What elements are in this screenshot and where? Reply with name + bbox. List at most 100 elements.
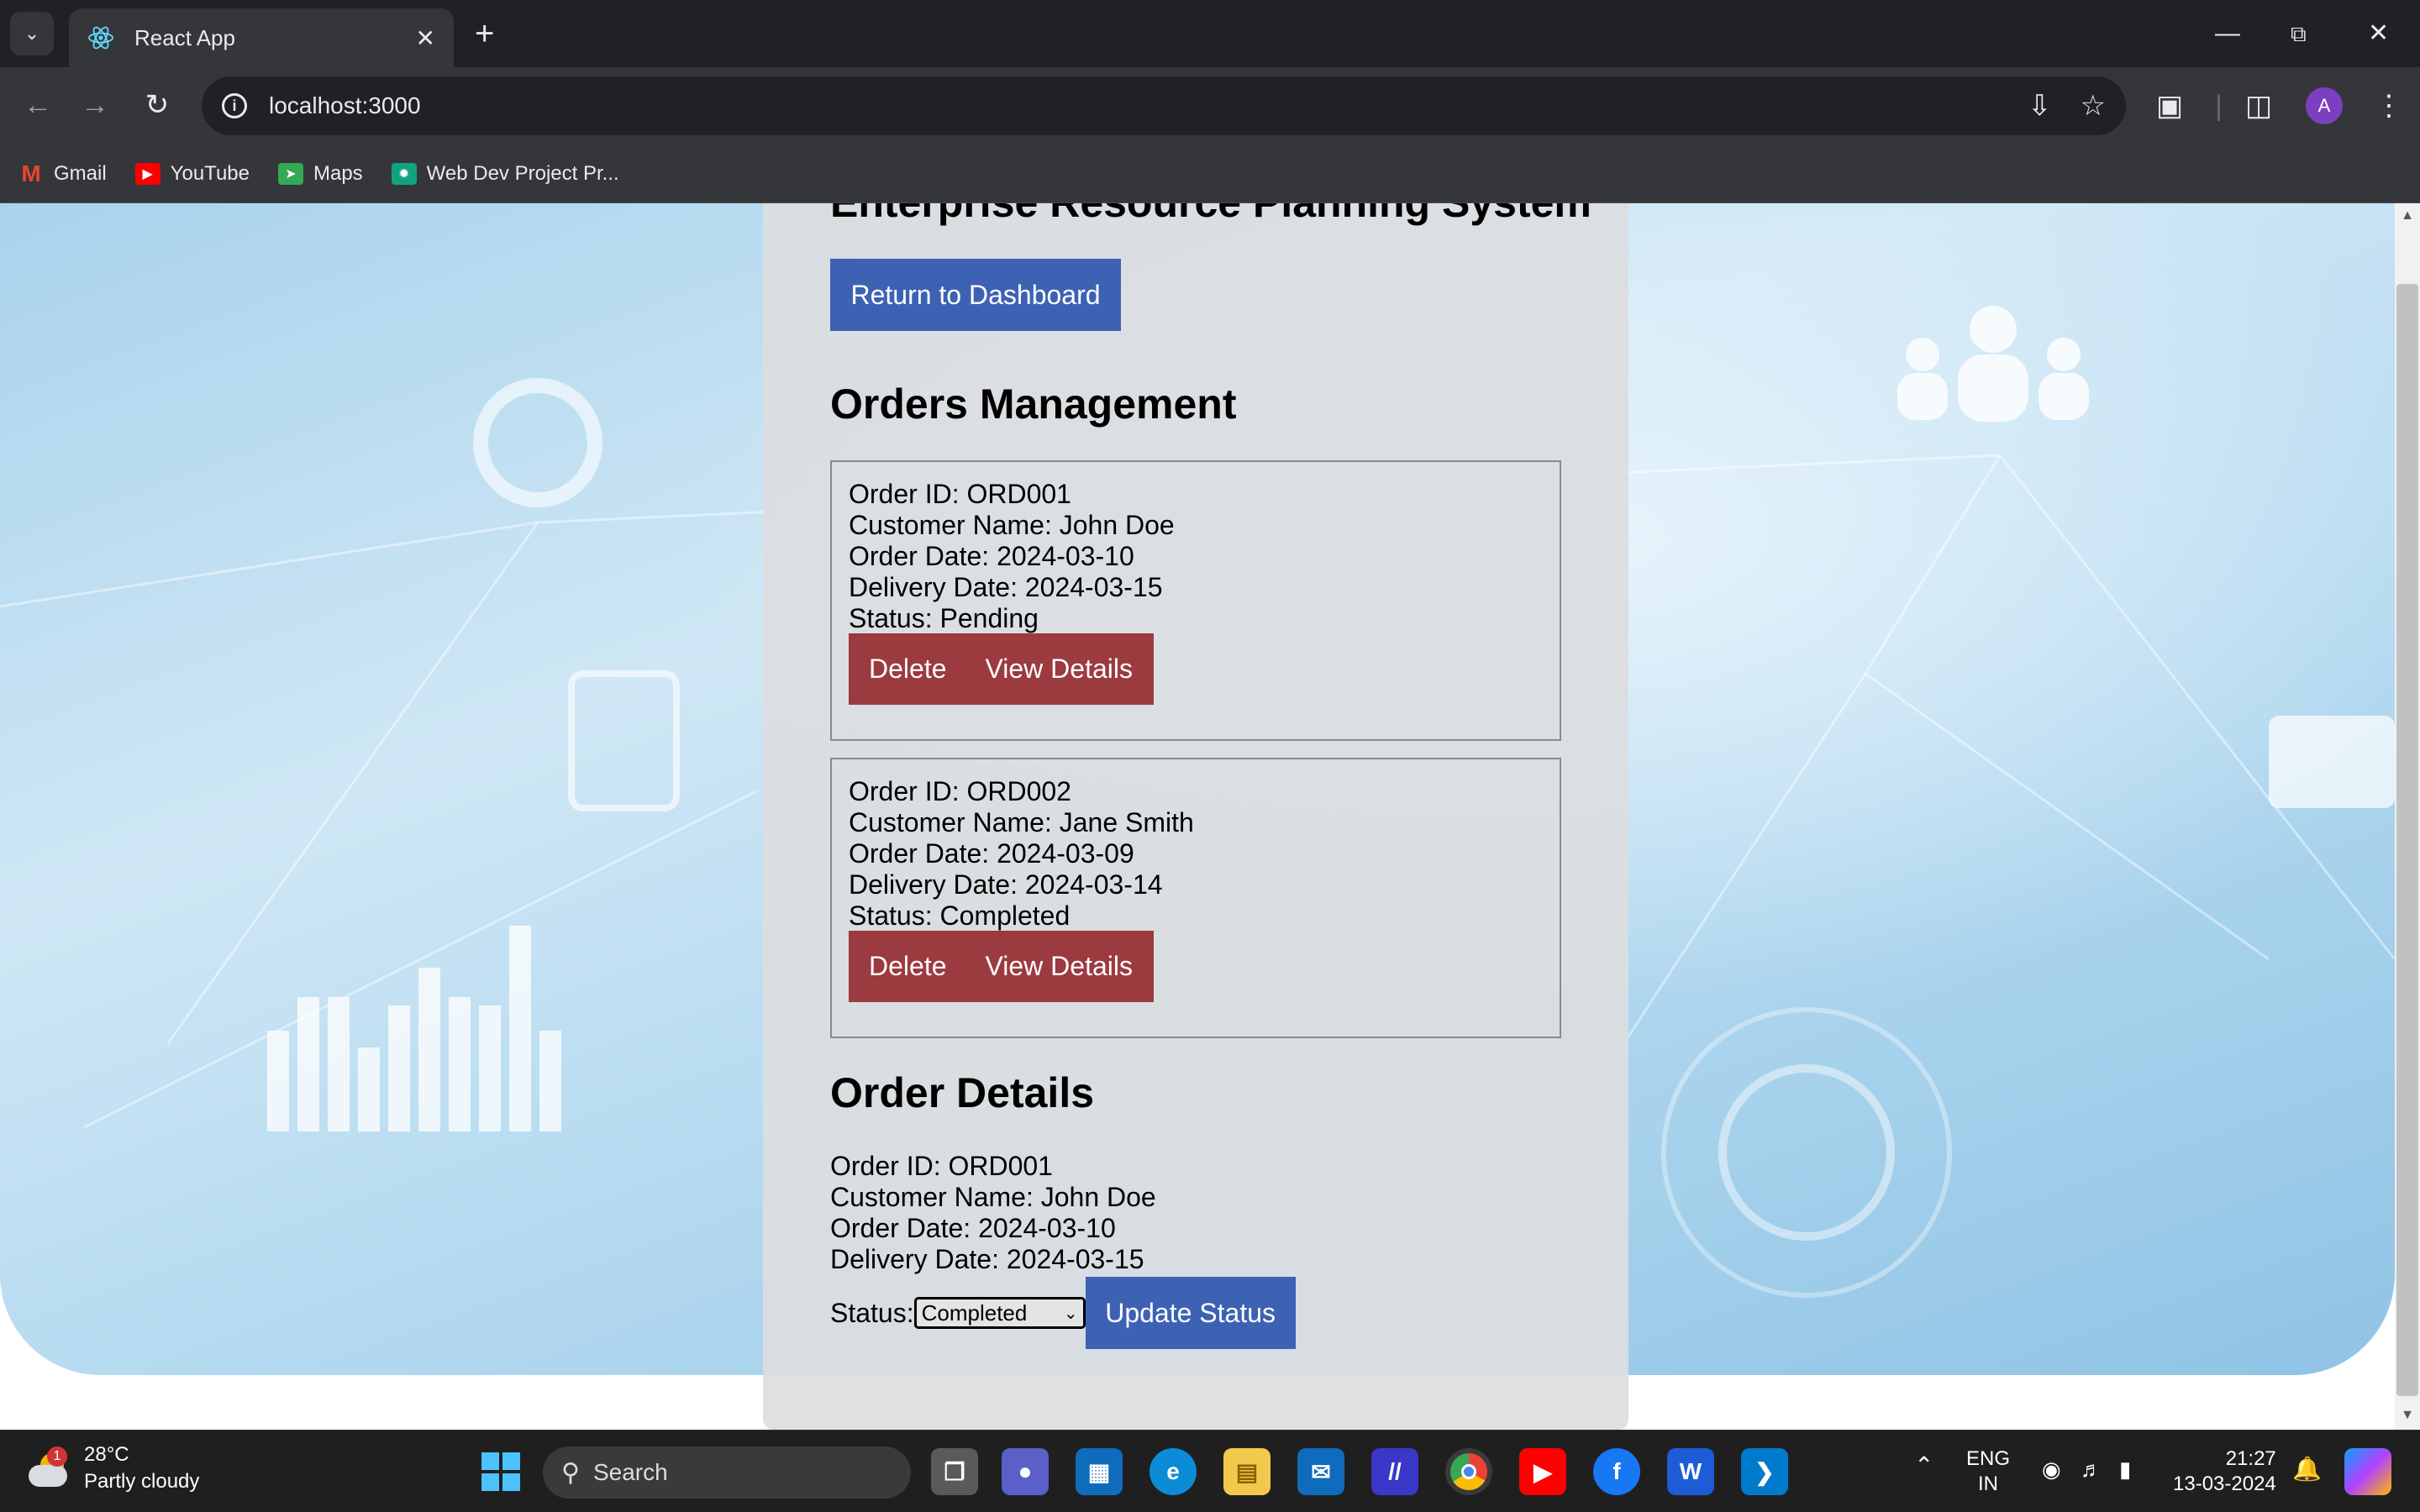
status-label: Status: xyxy=(830,1297,914,1328)
bookmark-youtube[interactable]: ▶ YouTube xyxy=(134,161,250,186)
toolbar-divider: | xyxy=(2215,90,2223,122)
volume-icon[interactable]: ♬ xyxy=(2081,1457,2102,1482)
weather-widget[interactable]: 1 28°C Partly cloudy xyxy=(29,1441,199,1495)
back-arrow-icon[interactable]: ← xyxy=(17,84,59,126)
chevron-down-icon: ⌄ xyxy=(24,23,40,44)
order-details-heading: Order Details xyxy=(830,1069,1095,1116)
close-icon[interactable]: ✕ xyxy=(416,24,435,52)
restore-button[interactable]: ⧉ xyxy=(2291,13,2307,54)
address-bar[interactable]: i localhost:3000 ⇩ ☆ xyxy=(202,76,2126,135)
language-indicator[interactable]: ENG IN xyxy=(1966,1446,2010,1497)
return-to-dashboard-button[interactable]: Return to Dashboard xyxy=(830,259,1121,331)
tab-strip: ⌄ React App ✕ + — ⧉ ✕ xyxy=(0,0,2420,67)
view-details-button[interactable]: View Details xyxy=(967,951,1153,982)
youtube-app-icon[interactable]: ▶ xyxy=(1519,1448,1566,1495)
weather-badge: 1 xyxy=(47,1446,67,1467)
order-id: Order ID: ORD002 xyxy=(849,776,1071,806)
profile-avatar[interactable]: A xyxy=(2306,87,2343,124)
maps-icon: ➤ xyxy=(277,162,303,185)
clock-date: 13-03-2024 xyxy=(2173,1473,2276,1495)
update-status-button[interactable]: Update Status xyxy=(1085,1277,1296,1349)
detail-order-date: Order Date: 2024-03-10 xyxy=(830,1213,1116,1243)
customer-name: Customer Name: Jane Smith xyxy=(849,807,1194,837)
delete-button[interactable]: Delete xyxy=(849,951,967,982)
order-id: Order ID: ORD001 xyxy=(849,479,1071,509)
bookmark-label: YouTube xyxy=(170,161,250,185)
tab-search-button[interactable]: ⌄ xyxy=(10,12,54,55)
tab-title: React App xyxy=(134,24,235,50)
search-icon: ⚲ xyxy=(561,1458,580,1487)
more-menu-icon[interactable]: ⋮ xyxy=(2375,87,2403,124)
windows-start-icon[interactable] xyxy=(477,1448,524,1495)
order-date: Order Date: 2024-03-10 xyxy=(849,541,1134,571)
scrollbar-thumb[interactable] xyxy=(2396,284,2418,1396)
delete-button[interactable]: Delete xyxy=(849,654,967,685)
mail-icon[interactable]: ✉ xyxy=(1297,1448,1344,1495)
customer-name: Customer Name: John Doe xyxy=(849,510,1175,540)
lang-bottom: IN xyxy=(1978,1473,1998,1495)
minimize-button[interactable]: — xyxy=(2215,13,2240,54)
url-text: localhost:3000 xyxy=(269,92,421,118)
status-select[interactable]: Completed ⌄ xyxy=(913,1297,1086,1329)
close-window-button[interactable]: ✕ xyxy=(2368,13,2389,54)
forward-arrow-icon[interactable]: → xyxy=(74,84,116,126)
status-select-value: Completed xyxy=(921,1299,1028,1326)
app-title: Enterprise Resource Planning System xyxy=(830,203,1591,227)
order-date: Order Date: 2024-03-09 xyxy=(849,838,1134,869)
search-placeholder: Search xyxy=(592,1459,668,1485)
chrome-icon[interactable] xyxy=(1445,1448,1492,1495)
microsoft-store-icon[interactable]: ▦ xyxy=(1076,1448,1123,1495)
facebook-icon[interactable]: f xyxy=(1593,1448,1640,1495)
extensions-icon[interactable]: ▣ xyxy=(2156,87,2183,124)
file-explorer-icon[interactable]: ▤ xyxy=(1223,1448,1270,1495)
order-details: Order ID: ORD001 Customer Name: John Doe… xyxy=(830,1151,1156,1275)
task-view-icon[interactable]: ❐ xyxy=(931,1448,978,1495)
order-card: Order ID: ORD002 Customer Name: Jane Smi… xyxy=(830,758,1561,1038)
bookmark-star-icon[interactable]: ☆ xyxy=(2081,89,2106,123)
order-status: Status: Pending xyxy=(849,603,1039,633)
reload-icon[interactable]: ↻ xyxy=(136,84,178,126)
edge-icon[interactable]: e xyxy=(1150,1448,1197,1495)
view-details-button[interactable]: View Details xyxy=(967,654,1153,685)
orders-management-heading: Orders Management xyxy=(830,381,1237,428)
battery-icon[interactable]: ▮ xyxy=(2119,1457,2131,1482)
order-actions: Delete View Details xyxy=(849,931,1154,1002)
taskbar-search[interactable]: ⚲ Search xyxy=(543,1446,911,1499)
new-tab-button[interactable]: + xyxy=(475,13,494,54)
detail-delivery-date: Delivery Date: 2024-03-15 xyxy=(830,1244,1144,1274)
bookmark-label: Maps xyxy=(313,161,363,185)
bookmark-label: Web Dev Project Pr... xyxy=(426,161,619,185)
weather-temp: 28°C xyxy=(84,1443,129,1466)
site-info-icon[interactable]: i xyxy=(222,93,247,118)
webstorm-icon[interactable]: W xyxy=(1667,1448,1714,1495)
show-hidden-icons[interactable]: ⌃ xyxy=(1914,1453,1933,1478)
notification-bell-icon[interactable]: 🔔 xyxy=(2292,1457,2322,1482)
order-actions: Delete View Details xyxy=(849,633,1154,705)
chatgpt-icon: ✹ xyxy=(391,162,417,185)
copilot-icon[interactable] xyxy=(2344,1448,2391,1495)
bookmarks-bar: M Gmail ▶ YouTube ➤ Maps ✹ Web Dev Proje… xyxy=(0,144,2420,203)
nitro-app-icon[interactable]: // xyxy=(1371,1448,1418,1495)
scroll-up-icon[interactable]: ▲ xyxy=(2396,208,2418,223)
bookmark-gmail[interactable]: M Gmail xyxy=(18,160,106,186)
youtube-icon: ▶ xyxy=(134,162,160,185)
gmail-icon: M xyxy=(21,160,41,186)
bookmark-web-dev[interactable]: ✹ Web Dev Project Pr... xyxy=(391,161,619,186)
bookmark-maps[interactable]: ➤ Maps xyxy=(277,161,363,186)
page-viewport: Enterprise Resource Planning System Retu… xyxy=(0,203,2395,1430)
clock[interactable]: 21:27 13-03-2024 xyxy=(2173,1446,2276,1497)
partly-cloudy-icon: 1 xyxy=(29,1446,72,1490)
order-card: Order ID: ORD001 Customer Name: John Doe… xyxy=(830,460,1561,741)
react-icon xyxy=(88,26,113,50)
scroll-down-icon[interactable]: ▼ xyxy=(2396,1408,2418,1423)
tab-react-app[interactable]: React App ✕ xyxy=(69,8,454,67)
wifi-icon[interactable]: ◉ xyxy=(2042,1457,2061,1482)
chevron-down-icon: ⌄ xyxy=(1063,1304,1078,1323)
order-status: Status: Completed xyxy=(849,900,1071,931)
teams-chat-icon[interactable]: ● xyxy=(1002,1448,1049,1495)
status-row: Status: Completed ⌄ Update Status xyxy=(830,1277,1296,1349)
weather-desc: Partly cloudy xyxy=(84,1470,200,1493)
install-app-icon[interactable]: ⇩ xyxy=(2028,89,2052,123)
side-panel-icon[interactable]: ◫ xyxy=(2245,87,2272,124)
vscode-icon[interactable]: ❯ xyxy=(1741,1448,1788,1495)
